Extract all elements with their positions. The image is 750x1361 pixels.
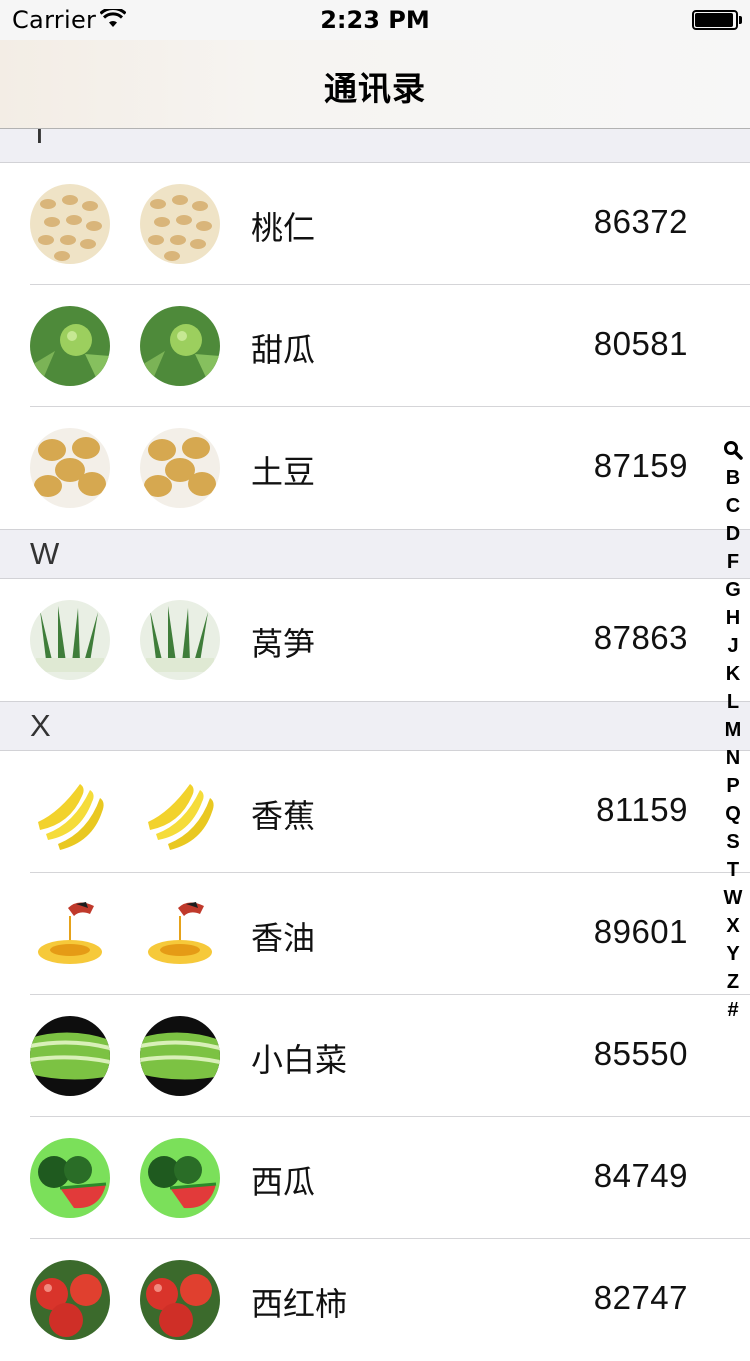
battery-icon bbox=[692, 10, 742, 30]
list-item[interactable]: 莴笋 87863 bbox=[0, 579, 750, 701]
contact-phone: 87159 bbox=[593, 447, 688, 484]
contact-name: 小白菜 bbox=[251, 1041, 348, 1079]
list-item[interactable]: 土豆 87159 bbox=[0, 407, 750, 529]
list-item[interactable]: 桃仁 86372 bbox=[0, 163, 750, 285]
list-item[interactable]: 西红柿 82747 bbox=[0, 1239, 750, 1361]
index-letter-l[interactable]: L bbox=[722, 688, 744, 716]
walnut-kernels-icon bbox=[140, 184, 220, 264]
status-bar: Carrier 2:23 PM bbox=[0, 0, 750, 40]
section-header-w: W bbox=[0, 529, 750, 579]
list-item[interactable]: 西瓜 84749 bbox=[0, 1117, 750, 1239]
index-letter-h[interactable]: H bbox=[722, 604, 744, 632]
sesame-oil-icon bbox=[140, 894, 220, 974]
index-letter-z[interactable]: Z bbox=[722, 968, 744, 996]
list-item[interactable]: 甜瓜 80581 bbox=[0, 285, 750, 407]
sesame-oil-icon bbox=[30, 894, 110, 974]
contact-phone: 80581 bbox=[593, 325, 688, 362]
contact-phone: 85550 bbox=[593, 1035, 688, 1072]
banana-icon bbox=[140, 772, 220, 852]
index-letter-c[interactable]: C bbox=[722, 492, 744, 520]
index-letter-t[interactable]: T bbox=[722, 856, 744, 884]
melon-icon bbox=[140, 306, 220, 386]
contact-name: 甜瓜 bbox=[251, 331, 316, 369]
banana-icon bbox=[30, 772, 110, 852]
index-letter-k[interactable]: K bbox=[722, 660, 744, 688]
index-letter-hash[interactable]: # bbox=[722, 996, 744, 1024]
search-icon[interactable] bbox=[723, 440, 743, 460]
index-letter-j[interactable]: J bbox=[722, 632, 744, 660]
index-letter-f[interactable]: F bbox=[722, 548, 744, 576]
contact-name: 西瓜 bbox=[251, 1163, 316, 1201]
section-letter: W bbox=[30, 536, 60, 571]
section-header-x: X bbox=[0, 701, 750, 751]
contact-phone: 82747 bbox=[593, 1279, 688, 1316]
contact-name: 莴笋 bbox=[251, 625, 316, 663]
index-letter-q[interactable]: Q bbox=[722, 800, 744, 828]
index-letter-d[interactable]: D bbox=[722, 520, 744, 548]
tomato-icon bbox=[140, 1260, 220, 1340]
watermelon-icon bbox=[140, 1138, 220, 1218]
contact-phone: 81159 bbox=[596, 791, 688, 828]
walnut-kernels-icon bbox=[30, 184, 110, 264]
index-letter-b[interactable]: B bbox=[722, 464, 744, 492]
melon-icon bbox=[30, 306, 110, 386]
contact-phone: 89601 bbox=[593, 913, 688, 950]
contact-name: 香蕉 bbox=[251, 797, 316, 835]
contact-phone: 86372 bbox=[593, 203, 688, 240]
page-title: 通讯录 bbox=[324, 69, 426, 108]
index-letter-w[interactable]: W bbox=[722, 884, 744, 912]
contact-name: 香油 bbox=[251, 919, 316, 957]
bok-choy-icon bbox=[30, 1016, 110, 1096]
clock: 2:23 PM bbox=[320, 6, 430, 34]
watermelon-icon bbox=[30, 1138, 110, 1218]
navigation-bar: 通讯录 bbox=[0, 40, 750, 129]
index-letter-x[interactable]: X bbox=[722, 912, 744, 940]
list-item[interactable]: 小白菜 85550 bbox=[0, 995, 750, 1117]
potato-icon bbox=[30, 428, 110, 508]
lettuce-stem-icon bbox=[140, 600, 220, 680]
index-letter-s[interactable]: S bbox=[722, 828, 744, 856]
section-header-t: T bbox=[0, 115, 750, 163]
lettuce-stem-icon bbox=[30, 600, 110, 680]
index-letter-n[interactable]: N bbox=[722, 744, 744, 772]
list-item[interactable]: 香蕉 81159 bbox=[0, 751, 750, 873]
bok-choy-icon bbox=[140, 1016, 220, 1096]
index-letter-y[interactable]: Y bbox=[722, 940, 744, 968]
contact-phone: 84749 bbox=[593, 1157, 688, 1194]
index-letter-m[interactable]: M bbox=[722, 716, 744, 744]
index-letter-g[interactable]: G bbox=[722, 576, 744, 604]
contact-name: 土豆 bbox=[251, 453, 316, 491]
contacts-list[interactable]: T 桃仁 86372 甜瓜 80581 土豆 87159 W 莴笋 87863 … bbox=[0, 115, 750, 1361]
potato-icon bbox=[140, 428, 220, 508]
contact-name: 桃仁 bbox=[251, 209, 316, 247]
contact-name: 西红柿 bbox=[251, 1285, 348, 1323]
index-letter-p[interactable]: P bbox=[722, 772, 744, 800]
tomato-icon bbox=[30, 1260, 110, 1340]
list-item[interactable]: 香油 89601 bbox=[0, 873, 750, 995]
contact-phone: 87863 bbox=[593, 619, 688, 656]
section-letter: X bbox=[30, 708, 51, 743]
section-index-bar[interactable]: B C D F G H J K L M N P Q S T W X Y Z # bbox=[722, 438, 744, 1024]
